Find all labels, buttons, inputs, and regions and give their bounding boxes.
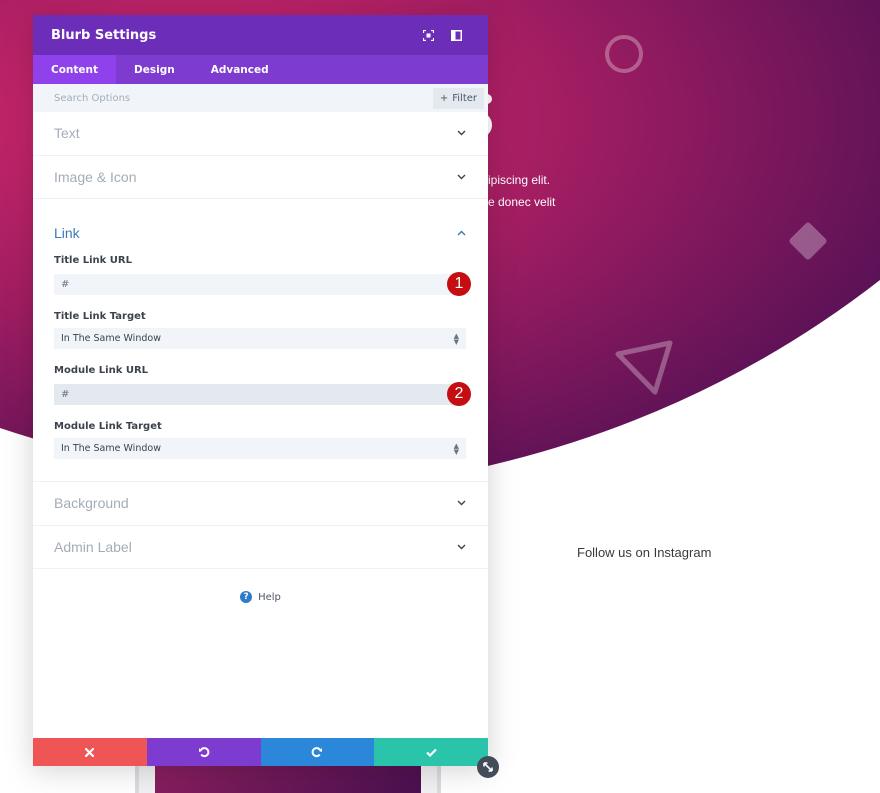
section-title: Link <box>54 225 80 241</box>
tab-content[interactable]: Content <box>33 55 117 84</box>
follow-instagram-text: Follow us on Instagram <box>577 545 712 560</box>
link-section-body: Title Link URL 1 Title Link Target In Th… <box>33 255 488 482</box>
redo-icon <box>312 747 323 758</box>
tab-advanced[interactable]: Advanced <box>193 55 287 84</box>
step-badge: 2 <box>447 382 471 406</box>
chevron-down-icon <box>455 127 467 139</box>
field-label: Module Link URL <box>54 365 149 376</box>
section-title: Image & Icon <box>54 168 137 185</box>
section-admin-label[interactable]: Admin Label <box>33 526 488 569</box>
help-icon: ? <box>240 591 253 603</box>
title-link-url-input[interactable] <box>54 274 466 295</box>
save-button[interactable] <box>374 738 488 766</box>
title-link-target-field: Title Link Target In The Same Window ▲ ▼ <box>54 311 467 349</box>
filter-label: Filter <box>452 92 477 104</box>
section-title: Admin Label <box>54 538 132 555</box>
fullscreen-icon[interactable] <box>414 25 442 45</box>
field-label: Module Link Target <box>54 421 162 432</box>
module-link-url-field: Module Link URL 2 <box>54 365 471 406</box>
modal-footer <box>33 738 488 766</box>
title-link-target-select[interactable]: In The Same Window ▲ ▼ <box>54 328 466 349</box>
close-icon <box>85 747 95 757</box>
tab-design[interactable]: Design <box>116 55 193 84</box>
chevron-down-icon <box>455 541 467 553</box>
help-link[interactable]: ? Help <box>33 591 488 603</box>
undo-icon <box>198 747 209 758</box>
blurb-settings-modal: Blurb Settings Content Design Advanced +… <box>33 15 488 766</box>
search-row: + Filter <box>33 84 488 112</box>
section-image-icon[interactable]: Image & Icon <box>33 156 488 199</box>
select-arrows-icon: ▲ ▼ <box>453 441 459 456</box>
hero-text-line: e donec velit <box>488 195 556 209</box>
chevron-down-icon <box>455 497 467 509</box>
field-label: Title Link Target <box>54 311 146 322</box>
select-value: In The Same Window <box>61 333 161 344</box>
chevron-up-icon <box>455 227 467 239</box>
resize-handle[interactable] <box>477 756 499 778</box>
sidebar-toggle-icon[interactable] <box>442 25 470 45</box>
modal-title: Blurb Settings <box>51 27 157 43</box>
help-label: Help <box>258 591 281 603</box>
module-link-target-select[interactable]: In The Same Window ▲ ▼ <box>54 438 466 459</box>
check-icon <box>425 748 437 757</box>
title-link-url-field: Title Link URL 1 <box>54 255 471 296</box>
section-background[interactable]: Background <box>33 482 488 526</box>
module-link-target-field: Module Link Target In The Same Window ▲ ▼ <box>54 421 467 459</box>
cancel-button[interactable] <box>33 738 147 766</box>
section-text[interactable]: Text <box>33 112 488 156</box>
hero-text-line: ipiscing elit. <box>488 173 551 187</box>
plus-icon: + <box>439 92 449 104</box>
bg-card-image <box>155 766 421 793</box>
redo-button[interactable] <box>260 738 375 766</box>
search-options-input[interactable] <box>54 92 433 104</box>
chevron-down-icon <box>455 171 467 183</box>
step-badge: 1 <box>447 272 471 296</box>
undo-button[interactable] <box>146 738 261 766</box>
select-arrows-icon: ▲ ▼ <box>453 331 459 346</box>
section-title: Text <box>54 125 80 142</box>
filter-button[interactable]: + Filter <box>432 87 484 109</box>
select-value: In The Same Window <box>61 443 161 454</box>
field-label: Title Link URL <box>54 255 132 266</box>
module-link-url-input[interactable] <box>54 384 466 405</box>
resize-icon <box>483 762 493 772</box>
section-title: Background <box>54 495 129 512</box>
section-link[interactable]: Link <box>33 199 488 255</box>
tab-bar: Content Design Advanced <box>33 55 488 84</box>
modal-header: Blurb Settings <box>33 15 488 55</box>
